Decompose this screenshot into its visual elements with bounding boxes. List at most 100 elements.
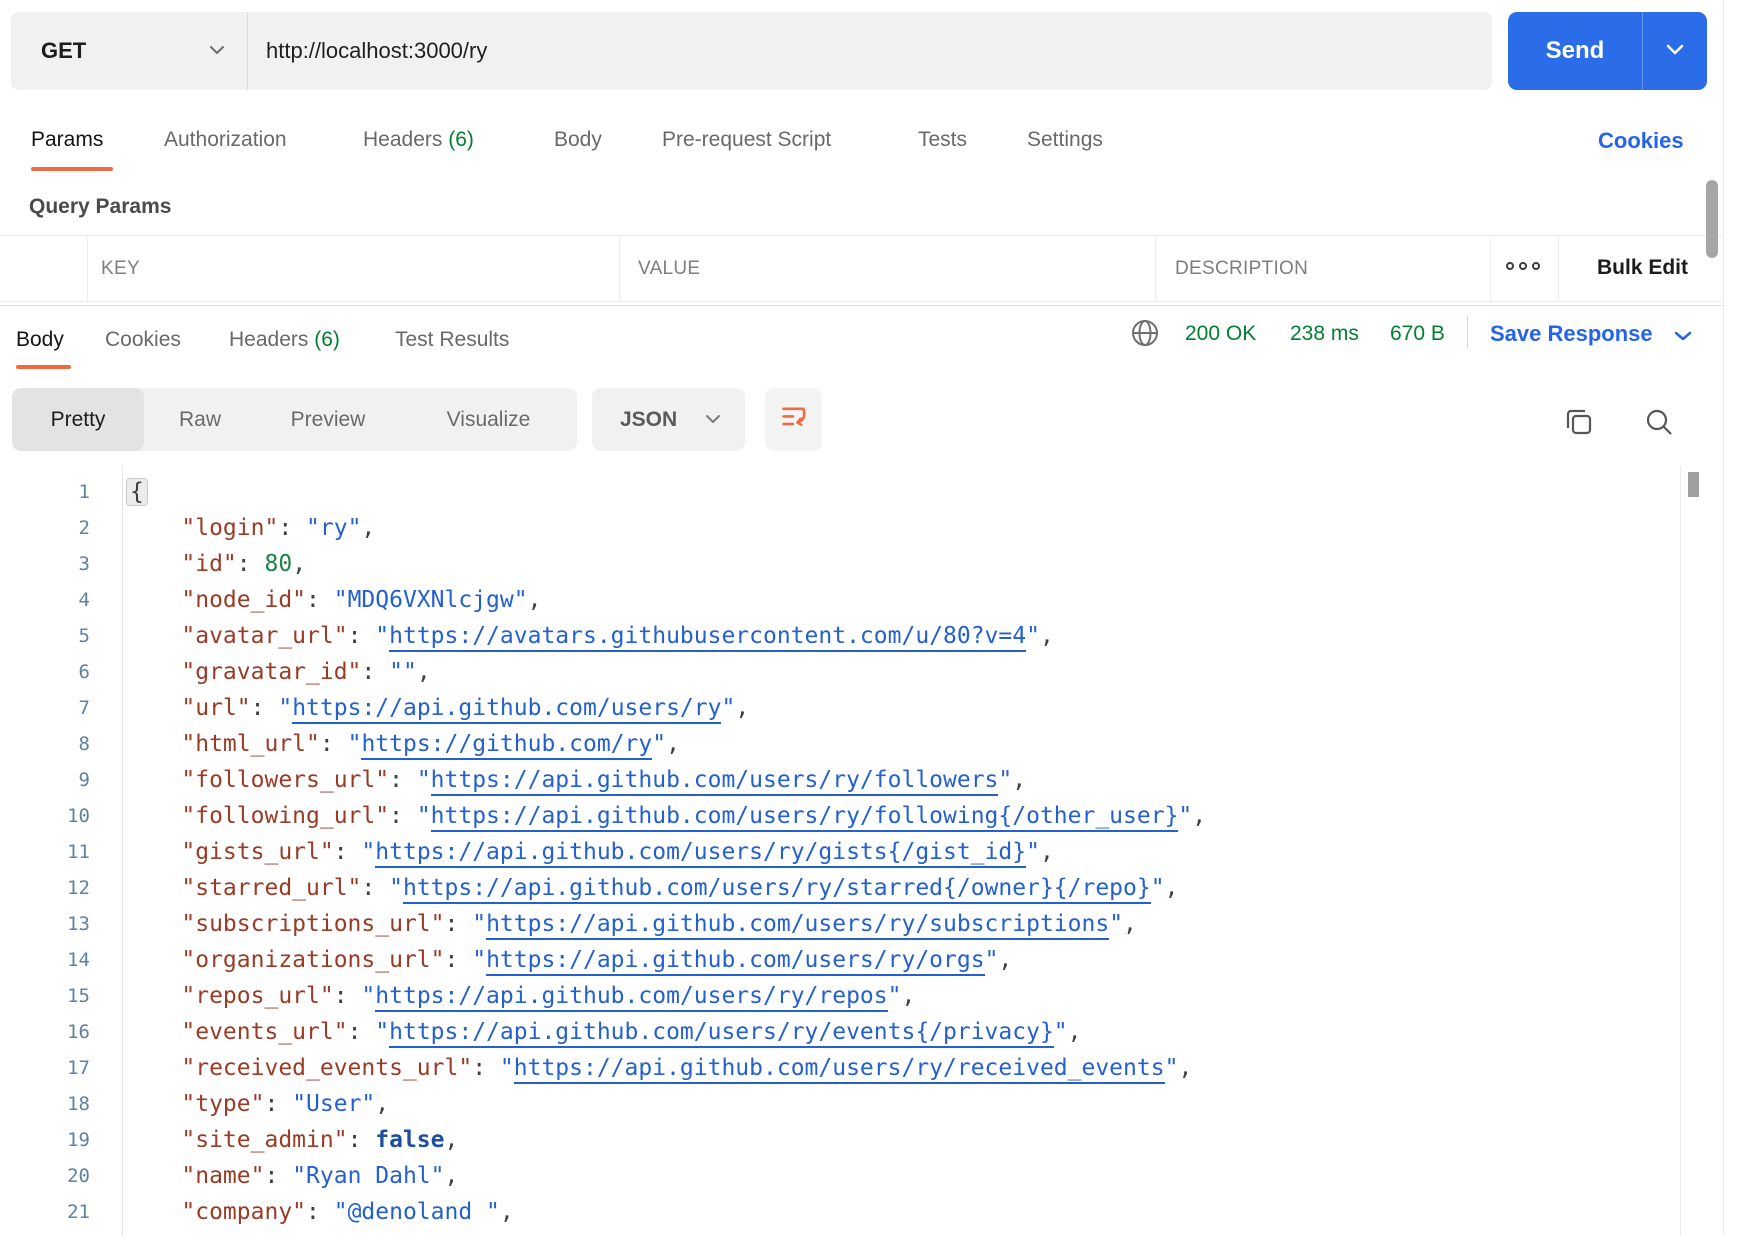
response-tab-test-results[interactable]: Test Results [395, 328, 509, 352]
json-link[interactable]: https://api.github.com/users/ry/repos [375, 983, 887, 1012]
code-line: 10 "following_url": "https://api.github.… [0, 798, 1680, 834]
code-line: 15 "repos_url": "https://api.github.com/… [0, 978, 1680, 1014]
column-divider [1558, 236, 1559, 301]
cookies-link[interactable]: Cookies [1598, 128, 1684, 154]
column-divider [87, 236, 88, 301]
view-preview[interactable]: Preview [256, 388, 400, 451]
view-visualize[interactable]: Visualize [400, 388, 577, 451]
view-pretty[interactable]: Pretty [12, 388, 144, 451]
response-body-code[interactable]: 1{2 "login": "ry",3 "id": 80,4 "node_id"… [0, 474, 1680, 1230]
code-text: "gists_url": "https://api.github.com/use… [126, 834, 1054, 870]
json-link[interactable]: https://github.com/ry [361, 731, 652, 760]
code-text: "following_url": "https://api.github.com… [126, 798, 1206, 834]
code-text: "repos_url": "https://api.github.com/use… [126, 978, 915, 1014]
code-text: "gravatar_id": "", [126, 654, 431, 690]
send-button-label[interactable]: Send [1508, 12, 1643, 90]
search-icon[interactable] [1643, 406, 1675, 443]
code-text: { [126, 474, 148, 510]
line-number: 5 [0, 618, 90, 654]
json-link[interactable]: https://avatars.githubusercontent.com/u/… [389, 623, 1026, 652]
format-label: JSON [620, 408, 677, 432]
code-text: "name": "Ryan Dahl", [126, 1158, 458, 1194]
code-line: 9 "followers_url": "https://api.github.c… [0, 762, 1680, 798]
json-link[interactable]: https://api.github.com/users/ry/starred{… [403, 875, 1151, 904]
code-line: 16 "events_url": "https://api.github.com… [0, 1014, 1680, 1050]
line-number: 3 [0, 546, 90, 582]
json-link[interactable]: https://api.github.com/users/ry/orgs [486, 947, 985, 976]
more-options-icon[interactable] [1506, 262, 1540, 270]
view-raw[interactable]: Raw [144, 388, 256, 451]
format-select[interactable]: JSON [592, 388, 745, 451]
response-tab-body[interactable]: Body [16, 328, 64, 352]
status-code[interactable]: 200 OK [1185, 322, 1256, 346]
page-right-border [1723, 0, 1724, 1236]
json-link[interactable]: https://api.github.com/users/ry/received… [514, 1055, 1165, 1084]
code-line: 14 "organizations_url": "https://api.git… [0, 942, 1680, 978]
code-line: 19 "site_admin": false, [0, 1122, 1680, 1158]
bulk-edit-button[interactable]: Bulk Edit [1597, 256, 1688, 280]
line-number: 2 [0, 510, 90, 546]
tab-body[interactable]: Body [554, 128, 602, 152]
chevron-down-icon[interactable] [1674, 329, 1692, 347]
tab-params[interactable]: Params [31, 128, 103, 152]
url-input[interactable]: http://localhost:3000/ry [248, 12, 1492, 90]
line-number: 4 [0, 582, 90, 618]
json-link[interactable]: https://api.github.com/users/ry/follower… [431, 767, 999, 796]
line-number: 12 [0, 870, 90, 906]
response-size[interactable]: 670 B [1390, 322, 1445, 346]
code-line: 7 "url": "https://api.github.com/users/r… [0, 690, 1680, 726]
code-line: 4 "node_id": "MDQ6VXNlcjgw", [0, 582, 1680, 618]
code-text: "site_admin": false, [126, 1122, 458, 1158]
column-divider [619, 236, 620, 301]
chevron-down-icon [1666, 42, 1684, 60]
headers-count-badge: (6) [448, 128, 474, 151]
code-line: 13 "subscriptions_url": "https://api.git… [0, 906, 1680, 942]
tab-settings[interactable]: Settings [1027, 128, 1103, 152]
line-number: 20 [0, 1158, 90, 1194]
code-scrollbar-thumb[interactable] [1688, 472, 1699, 497]
line-number: 21 [0, 1194, 90, 1230]
json-link[interactable]: https://api.github.com/users/ry/followin… [431, 803, 1179, 832]
tab-pre-request-script[interactable]: Pre-request Script [662, 128, 831, 152]
code-line: 12 "starred_url": "https://api.github.co… [0, 870, 1680, 906]
tab-headers[interactable]: Headers (6) [363, 128, 474, 152]
response-tab-cookies[interactable]: Cookies [105, 328, 181, 352]
response-time[interactable]: 238 ms [1290, 322, 1359, 346]
send-button[interactable]: Send [1508, 12, 1707, 90]
divider [1467, 316, 1468, 348]
code-text: "node_id": "MDQ6VXNlcjgw", [126, 582, 541, 618]
section-divider [0, 305, 1723, 306]
json-link[interactable]: https://api.github.com/users/ry/events{/… [389, 1019, 1054, 1048]
code-text: "subscriptions_url": "https://api.github… [126, 906, 1137, 942]
tab-tests[interactable]: Tests [918, 128, 967, 152]
code-line: 6 "gravatar_id": "", [0, 654, 1680, 690]
line-number: 13 [0, 906, 90, 942]
chevron-down-icon [209, 42, 225, 60]
response-tab-headers[interactable]: Headers (6) [229, 328, 340, 352]
network-globe-icon[interactable] [1130, 318, 1160, 353]
page-scrollbar-thumb[interactable] [1706, 180, 1718, 258]
json-link[interactable]: https://api.github.com/users/ry [292, 695, 721, 724]
copy-icon[interactable] [1563, 406, 1595, 443]
code-line: 20 "name": "Ryan Dahl", [0, 1158, 1680, 1194]
method-select[interactable]: GET [11, 12, 248, 90]
tab-authorization[interactable]: Authorization [164, 128, 287, 152]
save-response-button[interactable]: Save Response [1490, 321, 1653, 347]
json-link[interactable]: https://api.github.com/users/ry/gists{/g… [375, 839, 1026, 868]
line-number: 1 [0, 474, 90, 510]
code-text: "id": 80, [126, 546, 306, 582]
wrap-lines-icon [780, 403, 808, 436]
send-options-button[interactable] [1643, 12, 1707, 90]
json-link[interactable]: https://api.github.com/users/ry/subscrip… [486, 911, 1109, 940]
code-line: 21 "company": "@denoland ", [0, 1194, 1680, 1230]
code-text: "starred_url": "https://api.github.com/u… [126, 870, 1178, 906]
code-line: 3 "id": 80, [0, 546, 1680, 582]
wrap-lines-button[interactable] [765, 388, 822, 451]
column-divider [1155, 236, 1156, 301]
code-text: "organizations_url": "https://api.github… [126, 942, 1012, 978]
code-scrollbar-track [1680, 466, 1681, 1236]
code-text: "type": "User", [126, 1086, 389, 1122]
column-header-value: VALUE [638, 258, 700, 280]
chevron-down-icon [705, 411, 721, 429]
code-line: 17 "received_events_url": "https://api.g… [0, 1050, 1680, 1086]
